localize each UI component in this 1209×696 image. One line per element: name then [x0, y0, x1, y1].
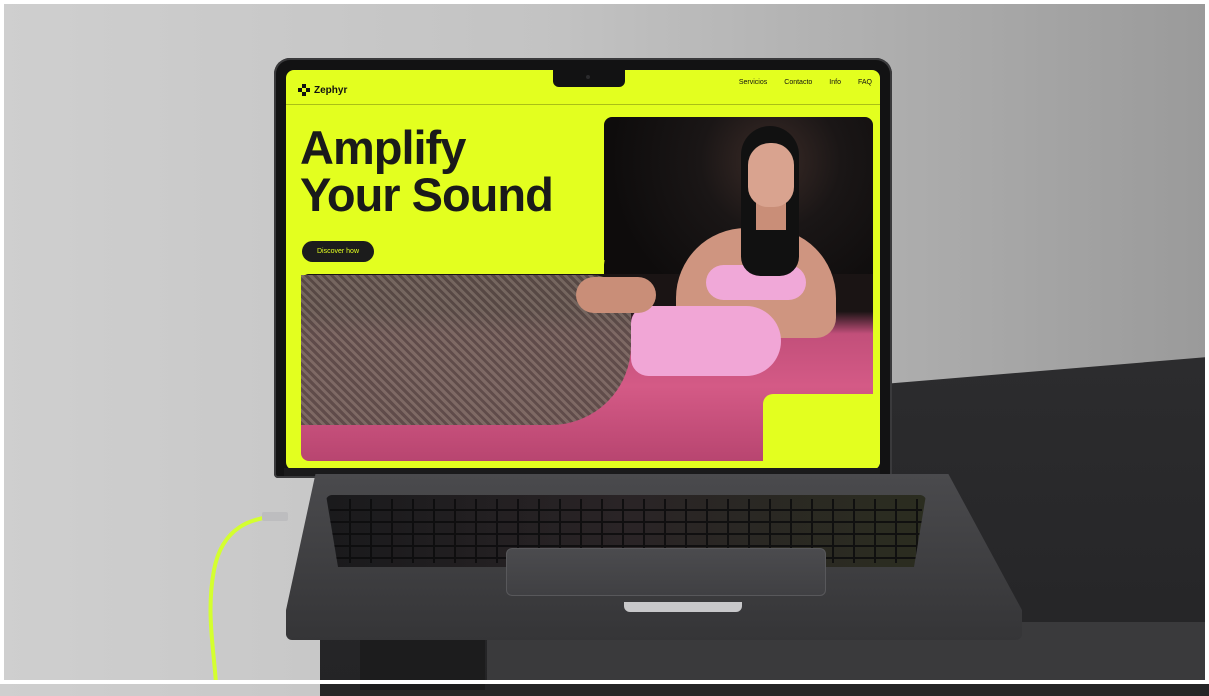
photo-figure-hand [576, 277, 656, 313]
trackpad[interactable] [506, 548, 826, 596]
hero-image [286, 70, 880, 470]
cable-connector [262, 512, 288, 521]
photo-corner [591, 260, 605, 274]
laptop-front-notch [624, 602, 742, 612]
photo-cutout [763, 394, 880, 464]
photo-figure-waist [631, 306, 781, 376]
photo-figure-face [748, 143, 794, 207]
